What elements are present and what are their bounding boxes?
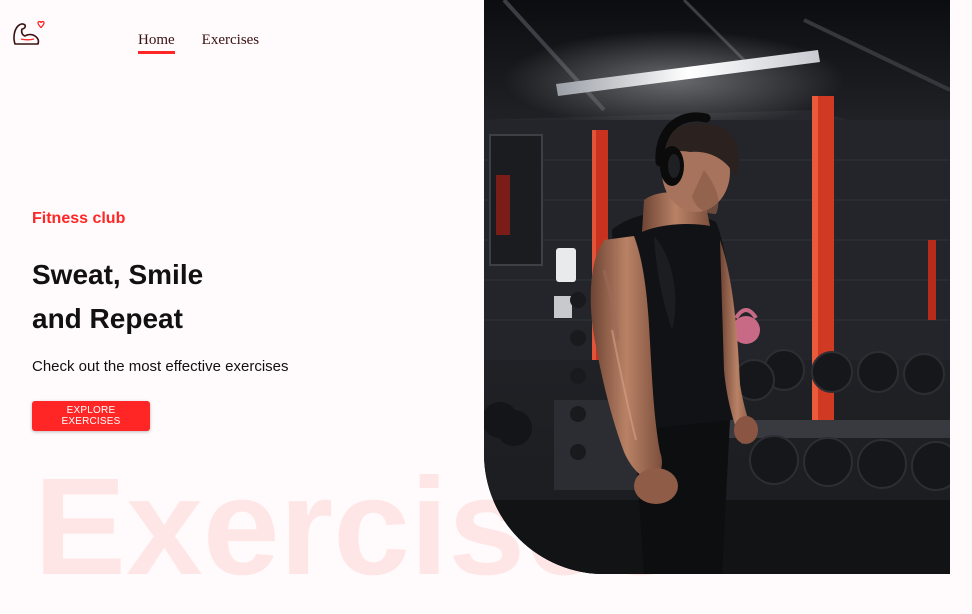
hero-eyebrow: Fitness club [32, 210, 126, 227]
page: Home Exercises Exercises Fitness club Sw… [0, 0, 972, 614]
main-nav: Home Exercises [138, 32, 259, 54]
hero-title-line-1: Sweat, Smile [32, 259, 204, 290]
explore-exercises-button[interactable]: EXPLORE EXERCISES [32, 401, 150, 431]
hero-subtitle: Check out the most effective exercises [32, 358, 289, 375]
flexed-arm-heart-icon[interactable] [11, 16, 47, 52]
nav-link-exercises[interactable]: Exercises [202, 32, 259, 54]
hero-title: Sweat, Smile and Repeat [32, 253, 203, 341]
hero-title-line-2: and Repeat [32, 303, 183, 334]
hero-image [484, 0, 950, 574]
nav-link-home[interactable]: Home [138, 32, 175, 54]
